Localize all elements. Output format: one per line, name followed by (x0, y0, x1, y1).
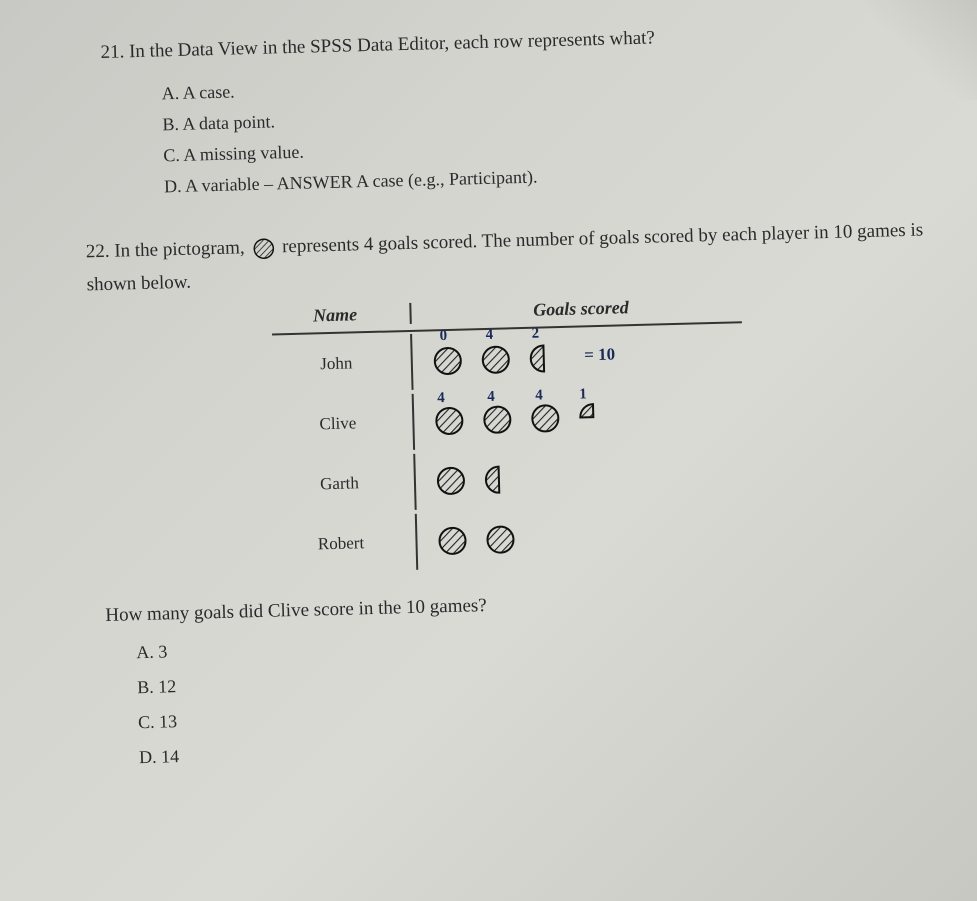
row-name-john: John (272, 334, 413, 394)
handwritten-annotation: = 10 (584, 344, 615, 365)
handwritten-annotation: 4 (487, 389, 495, 406)
row-goals-robert (417, 518, 748, 557)
ball-icon (435, 465, 466, 496)
q21-options: A. A case. B. A data point. C. A missing… (161, 61, 941, 200)
header-goals: Goals scored (411, 294, 741, 324)
row-name-garth: Garth (275, 454, 416, 514)
handwritten-annotation: 4 (485, 327, 493, 344)
ball-icon (252, 237, 275, 260)
half-ball-icon: 2 (528, 343, 559, 374)
row-goals-clive: 4 4 4 1 (413, 398, 744, 437)
ball-icon: 0 (432, 345, 463, 376)
q22-options: A. 3 B. 12 C. 13 D. 14 (136, 619, 956, 771)
handwritten-annotation: 4 (437, 390, 445, 407)
table-row: Robert (276, 503, 747, 575)
row-name-clive: Clive (273, 394, 414, 454)
ball-icon: 4 (433, 405, 464, 436)
handwritten-annotation: 4 (535, 387, 543, 404)
pictogram-table: Name Goals scored John 0 4 (271, 294, 748, 575)
q22-intro: 22. In the pictogram, represents 4 goals… (85, 214, 943, 301)
ball-icon: 4 (529, 403, 560, 434)
ball-icon: 4 (480, 344, 511, 375)
row-goals-garth (415, 458, 746, 497)
handwritten-annotation: 2 (531, 325, 539, 342)
quarter-ball-icon: 1 (577, 402, 608, 433)
q22-number: 22. (86, 241, 110, 263)
header-name: Name (271, 303, 412, 328)
ball-icon: 4 (481, 404, 512, 435)
ball-icon (485, 524, 516, 555)
q21-body: In the Data View in the SPSS Data Editor… (129, 27, 655, 62)
q21-number: 21. (100, 41, 124, 63)
ball-icon (437, 525, 468, 556)
row-goals-john: 0 4 2 = 10 (412, 338, 743, 377)
q21-text: 21. In the Data View in the SPSS Data Ed… (100, 17, 937, 67)
question-22: 22. In the pictogram, represents 4 goals… (65, 214, 956, 772)
half-ball-icon (483, 464, 514, 495)
row-name-robert: Robert (276, 514, 417, 574)
handwritten-annotation: 1 (579, 386, 587, 403)
handwritten-annotation: 0 (439, 328, 447, 345)
q22-intro-1: In the pictogram, (114, 237, 245, 261)
q22-question-text: How many goals did Clive score in the 10… (105, 583, 952, 627)
question-21: 21. In the Data View in the SPSS Data Ed… (60, 17, 941, 202)
